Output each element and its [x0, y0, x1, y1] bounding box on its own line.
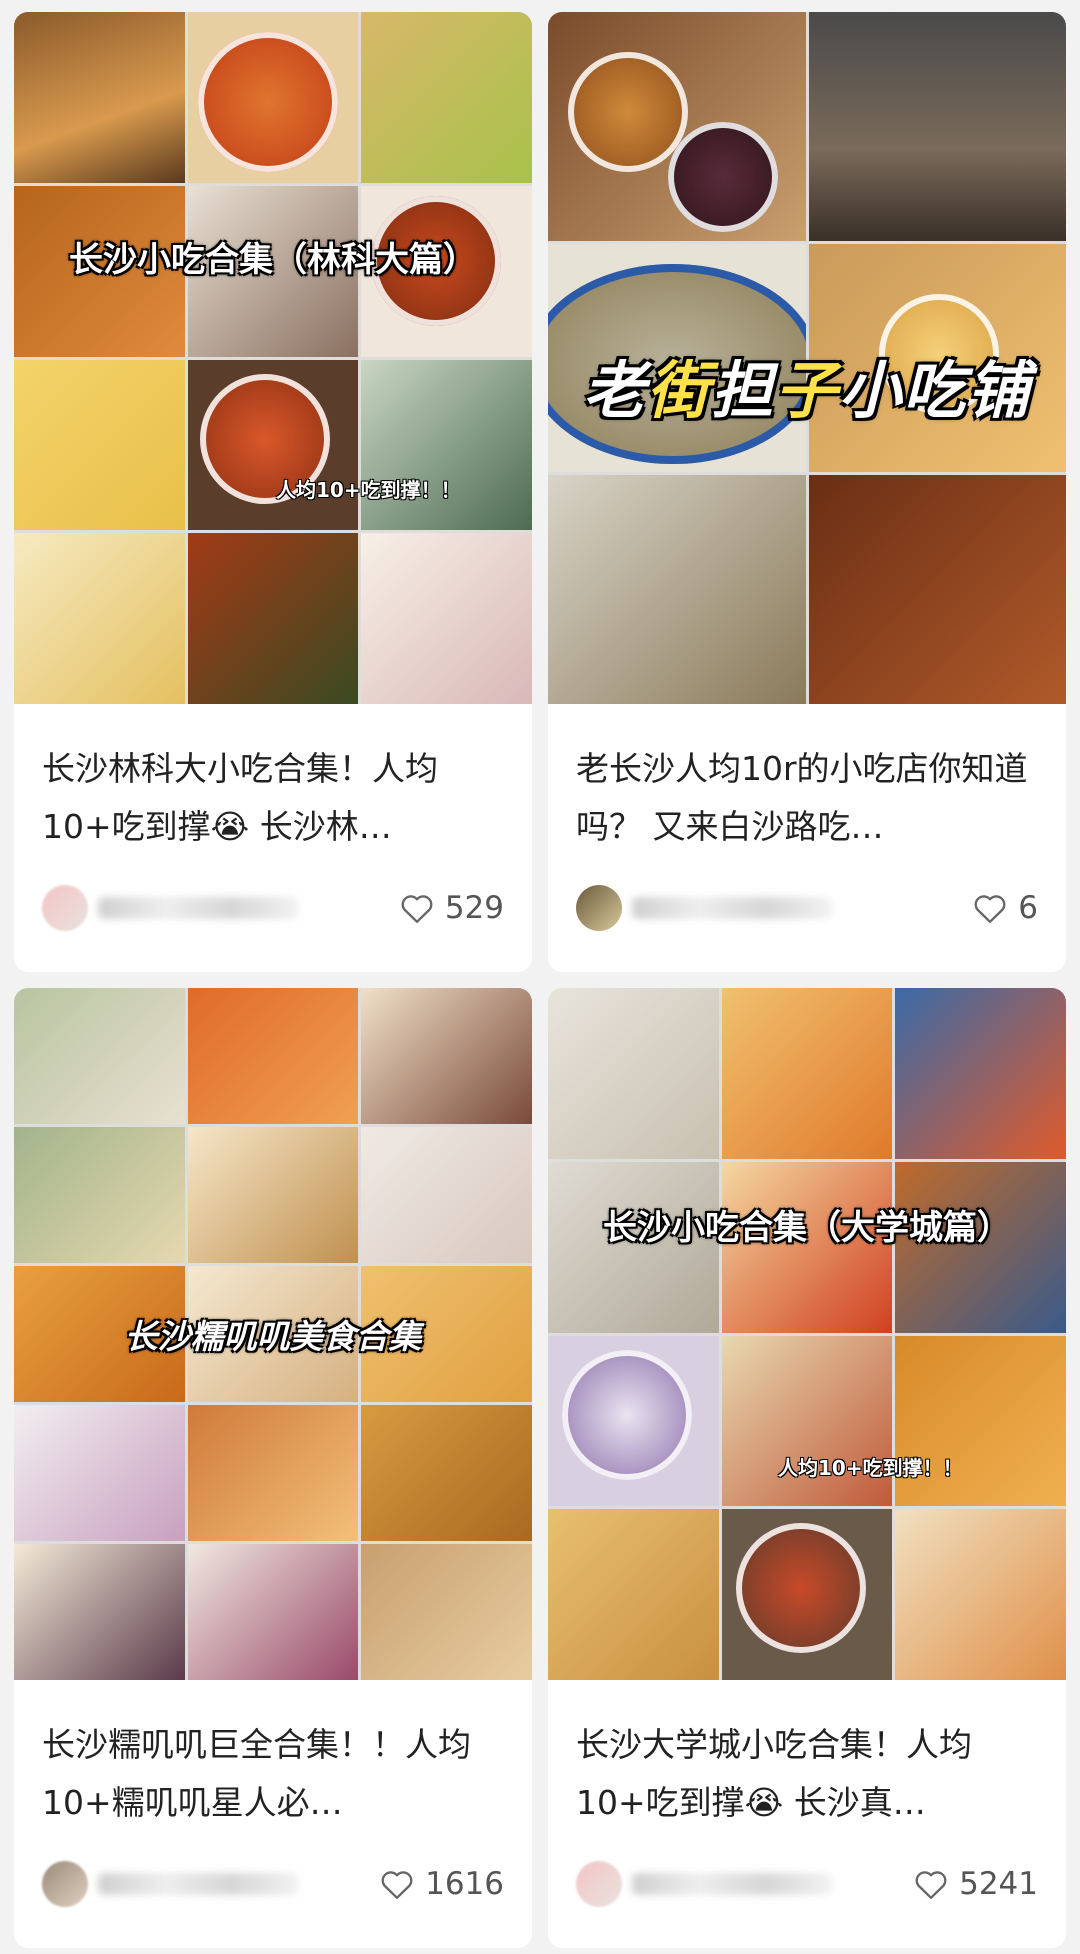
- note-title[interactable]: 老长沙人均10r的小吃店你知道吗？ 又来白沙路吃…: [576, 740, 1038, 856]
- like-count: 6: [1018, 890, 1038, 926]
- note-cover-image[interactable]: 老街担子小吃铺: [548, 12, 1066, 704]
- note-title[interactable]: 长沙林科大小吃合集！人均10+吃到撑😭 长沙林…: [42, 740, 504, 856]
- author-name-blurred: [98, 897, 298, 919]
- author-name-blurred: [98, 1873, 298, 1895]
- like-count: 529: [444, 890, 504, 926]
- note-card[interactable]: 老街担子小吃铺 老长沙人均10r的小吃店你知道吗？ 又来白沙路吃… 6: [548, 12, 1066, 972]
- note-card[interactable]: 长沙小吃合集（林科大篇） 人均10+吃到撑！！ 长沙林科大小吃合集！人均10+吃…: [14, 12, 532, 972]
- cover-overlay-title: 长沙小吃合集（林科大篇）: [69, 240, 477, 280]
- author-info[interactable]: [42, 1861, 298, 1907]
- cover-overlay-tag: 人均10+吃到撑！！: [778, 1456, 963, 1480]
- author-info[interactable]: [576, 885, 832, 931]
- note-cover-image[interactable]: 长沙糯叽叽美食合集: [14, 988, 532, 1680]
- heart-outline-icon: [381, 1871, 413, 1899]
- note-footer: 1616: [42, 1854, 504, 1914]
- note-cover-image[interactable]: 长沙小吃合集（大学城篇） 人均10+吃到撑！！: [548, 988, 1066, 1680]
- cover-overlay-tag: 人均10+吃到撑！！: [276, 478, 461, 502]
- cover-overlay-title: 长沙小吃合集（大学城篇）: [603, 1208, 1011, 1248]
- cover-overlay-title: 长沙糯叽叽美食合集: [124, 1317, 422, 1356]
- like-count: 1616: [425, 1866, 504, 1902]
- note-card[interactable]: 长沙糯叽叽美食合集 长沙糯叽叽巨全合集！！人均10+糯叽叽星人必… 1616: [14, 988, 532, 1948]
- author-avatar[interactable]: [576, 1861, 622, 1907]
- heart-outline-icon: [915, 1871, 947, 1899]
- author-avatar[interactable]: [42, 1861, 88, 1907]
- like-count: 5241: [959, 1866, 1038, 1902]
- note-footer: 529: [42, 878, 504, 938]
- author-name-blurred: [632, 1873, 832, 1895]
- note-footer: 5241: [576, 1854, 1038, 1914]
- note-title[interactable]: 长沙糯叽叽巨全合集！！人均10+糯叽叽星人必…: [42, 1716, 504, 1832]
- cover-overlay-title: 老街担子小吃铺: [582, 354, 1032, 427]
- author-info[interactable]: [42, 885, 298, 931]
- notes-feed: 长沙小吃合集（林科大篇） 人均10+吃到撑！！ 长沙林科大小吃合集！人均10+吃…: [0, 0, 1080, 1954]
- like-button[interactable]: 5241: [913, 1866, 1038, 1902]
- heart-outline-icon: [974, 895, 1006, 923]
- author-avatar[interactable]: [42, 885, 88, 931]
- note-title[interactable]: 长沙大学城小吃合集！人均10+吃到撑😭 长沙真…: [576, 1716, 1038, 1832]
- heart-outline-icon: [401, 895, 433, 923]
- author-info[interactable]: [576, 1861, 832, 1907]
- note-card[interactable]: 长沙小吃合集（大学城篇） 人均10+吃到撑！！ 长沙大学城小吃合集！人均10+吃…: [548, 988, 1066, 1948]
- note-cover-image[interactable]: 长沙小吃合集（林科大篇） 人均10+吃到撑！！: [14, 12, 532, 704]
- like-button[interactable]: 1616: [379, 1866, 504, 1902]
- author-name-blurred: [632, 897, 832, 919]
- like-button[interactable]: 6: [972, 890, 1038, 926]
- note-footer: 6: [576, 878, 1038, 938]
- like-button[interactable]: 529: [399, 890, 504, 926]
- author-avatar[interactable]: [576, 885, 622, 931]
